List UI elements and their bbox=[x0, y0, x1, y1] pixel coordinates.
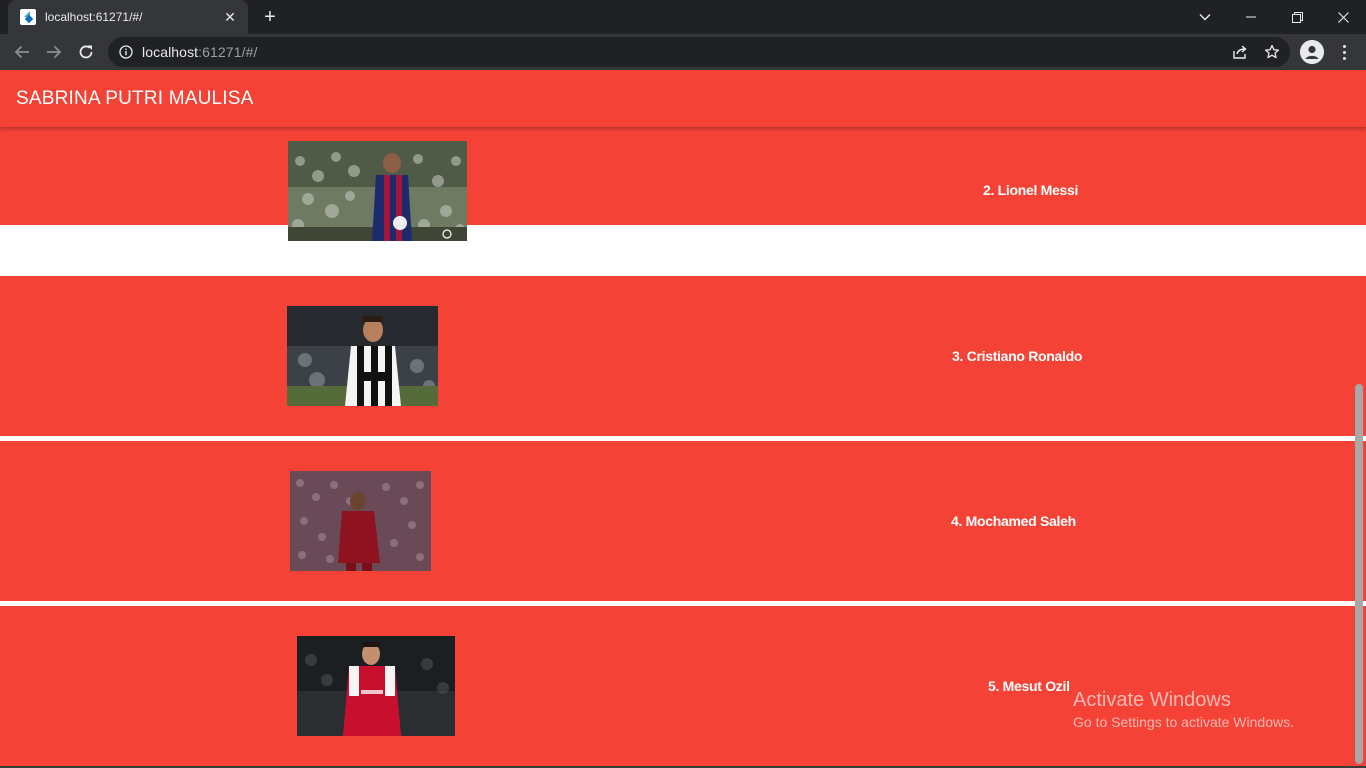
info-icon[interactable] bbox=[118, 44, 134, 60]
app-bar: SABRINA PUTRI MAULISA bbox=[0, 70, 1366, 127]
ronaldo-photo bbox=[287, 306, 438, 406]
flutter-favicon-icon bbox=[20, 9, 36, 25]
watermark-subtitle: Go to Settings to activate Windows. bbox=[1073, 714, 1294, 730]
close-icon[interactable]: ✕ bbox=[222, 9, 238, 25]
watermark-title: Activate Windows bbox=[1073, 689, 1231, 711]
profile-icon[interactable] bbox=[1300, 40, 1324, 64]
url-host: localhost bbox=[142, 44, 199, 60]
more-vert-icon[interactable] bbox=[1334, 40, 1354, 64]
forward-arrow-icon[interactable] bbox=[40, 38, 68, 66]
url-path: :61271/#/ bbox=[198, 44, 258, 60]
reload-icon[interactable] bbox=[72, 38, 100, 66]
plus-icon[interactable]: + bbox=[258, 6, 282, 30]
list-item[interactable]: 5. Mesut Ozil bbox=[0, 606, 1366, 768]
browser-tab[interactable]: localhost:61271/#/ ✕ bbox=[8, 0, 248, 34]
tab-title: localhost:61271/#/ bbox=[45, 10, 143, 24]
scrollbar-thumb[interactable] bbox=[1355, 384, 1363, 764]
address-bar[interactable]: localhost:61271/#/ bbox=[108, 37, 1290, 67]
chevron-down-icon[interactable] bbox=[1182, 0, 1228, 34]
list-item[interactable]: 4. Mochamed Saleh bbox=[0, 441, 1366, 601]
salah-photo bbox=[290, 471, 431, 571]
messi-photo bbox=[288, 141, 467, 241]
player-name: 3. Cristiano Ronaldo bbox=[952, 348, 1083, 364]
tab-strip: localhost:61271/#/ ✕ + bbox=[0, 0, 1366, 34]
ozil-photo bbox=[297, 636, 455, 736]
player-name: 2. Lionel Messi bbox=[983, 182, 1079, 198]
minimize-icon[interactable] bbox=[1228, 0, 1274, 34]
star-icon[interactable] bbox=[1264, 44, 1280, 60]
activate-windows-watermark: Activate Windows Go to Settings to activ… bbox=[1073, 688, 1294, 731]
close-window-icon[interactable] bbox=[1320, 0, 1366, 34]
back-arrow-icon[interactable] bbox=[8, 38, 36, 66]
share-icon[interactable] bbox=[1232, 44, 1248, 60]
app-title: SABRINA PUTRI MAULISA bbox=[16, 87, 254, 109]
app-viewport: SABRINA PUTRI MAULISA 2. Lionel Messi 3.… bbox=[0, 70, 1366, 768]
browser-toolbar: localhost:61271/#/ bbox=[0, 34, 1366, 70]
restore-icon[interactable] bbox=[1274, 0, 1320, 34]
player-name: 5. Mesut Ozil bbox=[988, 678, 1070, 694]
list-item[interactable]: 3. Cristiano Ronaldo bbox=[0, 276, 1366, 436]
url-text: localhost:61271/#/ bbox=[142, 44, 257, 60]
player-name: 4. Mochamed Saleh bbox=[951, 513, 1076, 529]
